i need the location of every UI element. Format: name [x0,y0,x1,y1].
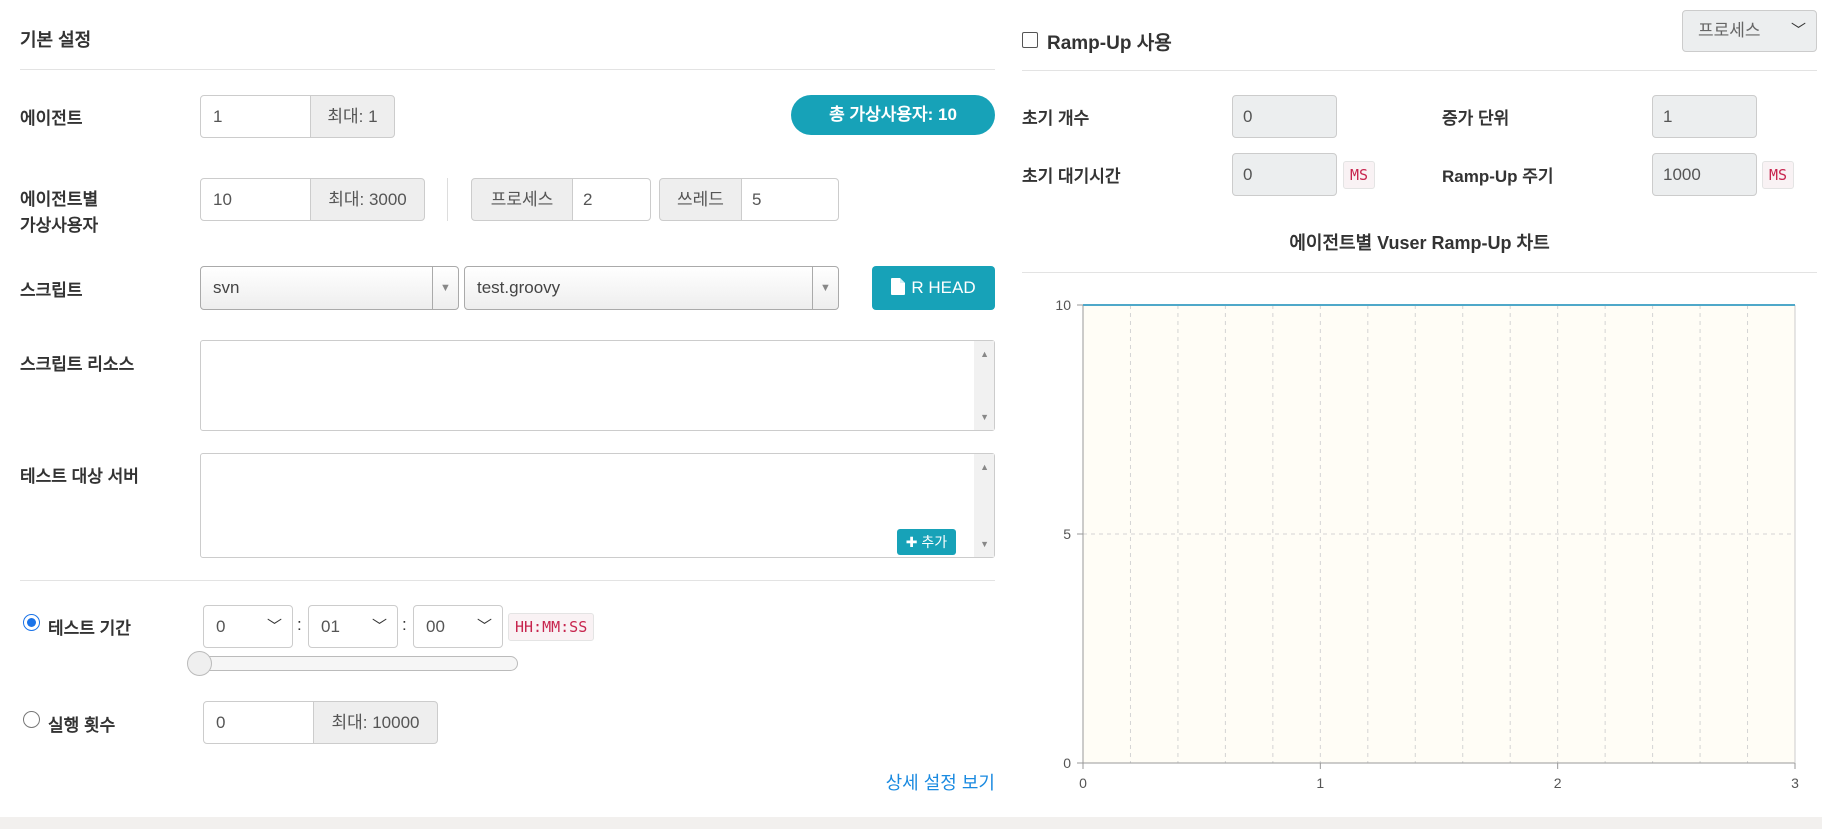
detail-settings-link[interactable]: 상세 설정 보기 [886,769,995,795]
script-repo-value: svn [213,278,240,297]
section-divider [20,580,995,581]
process-input[interactable]: 2 [572,178,651,221]
bottom-strip [0,817,1822,829]
duration-minutes-value: 01 [321,617,340,636]
duration-seconds-select[interactable]: 00 ﹀ [413,605,503,648]
init-sleep-label: 초기 대기시간 [1022,167,1121,186]
script-resource-textarea[interactable]: ▲ ▼ [200,340,995,431]
interval-unit: MS [1762,161,1795,189]
chart-divider [1022,272,1817,273]
time-separator: : [297,615,302,634]
title-divider [20,69,995,70]
script-file-value: test.groovy [477,278,561,297]
init-sleep-unit: MS [1343,161,1376,189]
scrollbar[interactable]: ▲ ▼ [974,454,994,557]
chart-y-tick-label: 0 [1063,755,1071,771]
script-label: 스크립트 [20,281,83,300]
interval-input[interactable]: 1000 [1652,153,1757,196]
agent-max-addon: 최대: 1 [310,95,395,138]
duration-radio[interactable] [23,614,40,631]
rampup-type-select[interactable]: 프로세스 ﹀ [1682,10,1817,52]
target-server-textarea[interactable]: ▲ ▼ ✚ 추가 [200,453,995,558]
rampup-enable-label: Ramp-Up 사용 [1047,33,1172,54]
runcount-label: 실행 횟수 [48,716,116,735]
step-input[interactable]: 1 [1652,95,1757,138]
duration-minutes-select[interactable]: 01 ﹀ [308,605,398,648]
rampup-divider [1022,70,1817,71]
script-file-select[interactable]: test.groovy ▼ [464,266,839,310]
duration-seconds-value: 00 [426,617,445,636]
radio-dot [27,618,36,627]
add-server-button[interactable]: ✚ 추가 [897,529,956,555]
chevron-down-icon: ﹀ [476,618,492,635]
chevron-down-icon: ﹀ [371,618,387,635]
duration-hours-value: 0 [216,617,226,636]
time-separator: : [402,615,407,634]
basic-settings-title: 기본 설정 [20,30,92,50]
rampup-type-value: 프로세스 [1698,21,1761,40]
rampup-chart: 0 5 10 0 1 2 3 [1055,297,1799,791]
script-repo-select[interactable]: svn ▼ [200,266,459,310]
plus-icon: ✚ [905,534,918,550]
vuser-per-agent-input[interactable]: 10 [200,178,312,221]
caret-down-icon: ▼ [812,267,838,309]
chart-x-tick-label: 2 [1554,775,1562,791]
scroll-up-arrow-icon[interactable]: ▲ [980,349,989,359]
runcount-max-addon: 최대: 10000 [313,701,438,744]
interval-label: Ramp-Up 주기 [1442,167,1554,186]
duration-unit: HH:MM:SS [508,613,595,641]
caret-down-icon: ▼ [432,267,458,309]
thread-input[interactable]: 5 [741,178,839,221]
duration-label: 테스트 기간 [48,619,131,638]
init-count-input[interactable]: 0 [1232,95,1337,138]
vuser-per-agent-label-line1: 에이전트별 [20,190,99,209]
script-resource-label: 스크립트 리소스 [20,355,135,374]
duration-hours-select[interactable]: 0 ﹀ [203,605,293,648]
scroll-up-arrow-icon[interactable]: ▲ [980,462,989,472]
agent-count-input[interactable]: 1 [200,95,312,138]
thread-addon: 쓰레드 [659,178,742,221]
rampup-checkbox[interactable] [1022,32,1038,48]
chart-x-tick-label: 0 [1079,775,1087,791]
chart-x-tick-label: 1 [1316,775,1324,791]
add-server-label: 추가 [921,534,948,550]
chart-title: 에이전트별 Vuser Ramp-Up 차트 [1289,233,1550,253]
file-icon [891,278,906,295]
chart-x-tick-label: 3 [1791,775,1799,791]
scrollbar[interactable]: ▲ ▼ [974,341,994,430]
runcount-radio[interactable] [23,711,40,728]
init-count-label: 초기 개수 [1022,109,1090,128]
init-sleep-input[interactable]: 0 [1232,153,1337,196]
chevron-down-icon: ﹀ [266,618,282,635]
chart-y-tick-label: 5 [1063,526,1071,542]
scroll-down-arrow-icon[interactable]: ▼ [980,539,989,549]
vuser-max-addon: 최대: 3000 [310,178,425,221]
scroll-down-arrow-icon[interactable]: ▼ [980,412,989,422]
total-vuser-badge: 총 가상사용자: 10 [791,95,995,135]
runcount-input[interactable]: 0 [203,701,315,744]
step-label: 증가 단위 [1442,109,1510,128]
vuser-per-agent-label-line2: 가상사용자 [20,216,99,235]
duration-slider-track[interactable] [190,656,518,671]
chart-y-tick-label: 10 [1055,297,1071,313]
r-head-label: R HEAD [911,278,976,297]
process-addon: 프로세스 [471,178,573,221]
target-server-label: 테스트 대상 서버 [20,467,139,486]
agent-label: 에이전트 [20,109,83,128]
r-head-button[interactable]: R HEAD [872,266,995,310]
duration-slider-handle[interactable] [187,651,212,676]
chevron-down-icon: ﹀ [1790,22,1806,39]
vuser-separator [447,178,448,221]
